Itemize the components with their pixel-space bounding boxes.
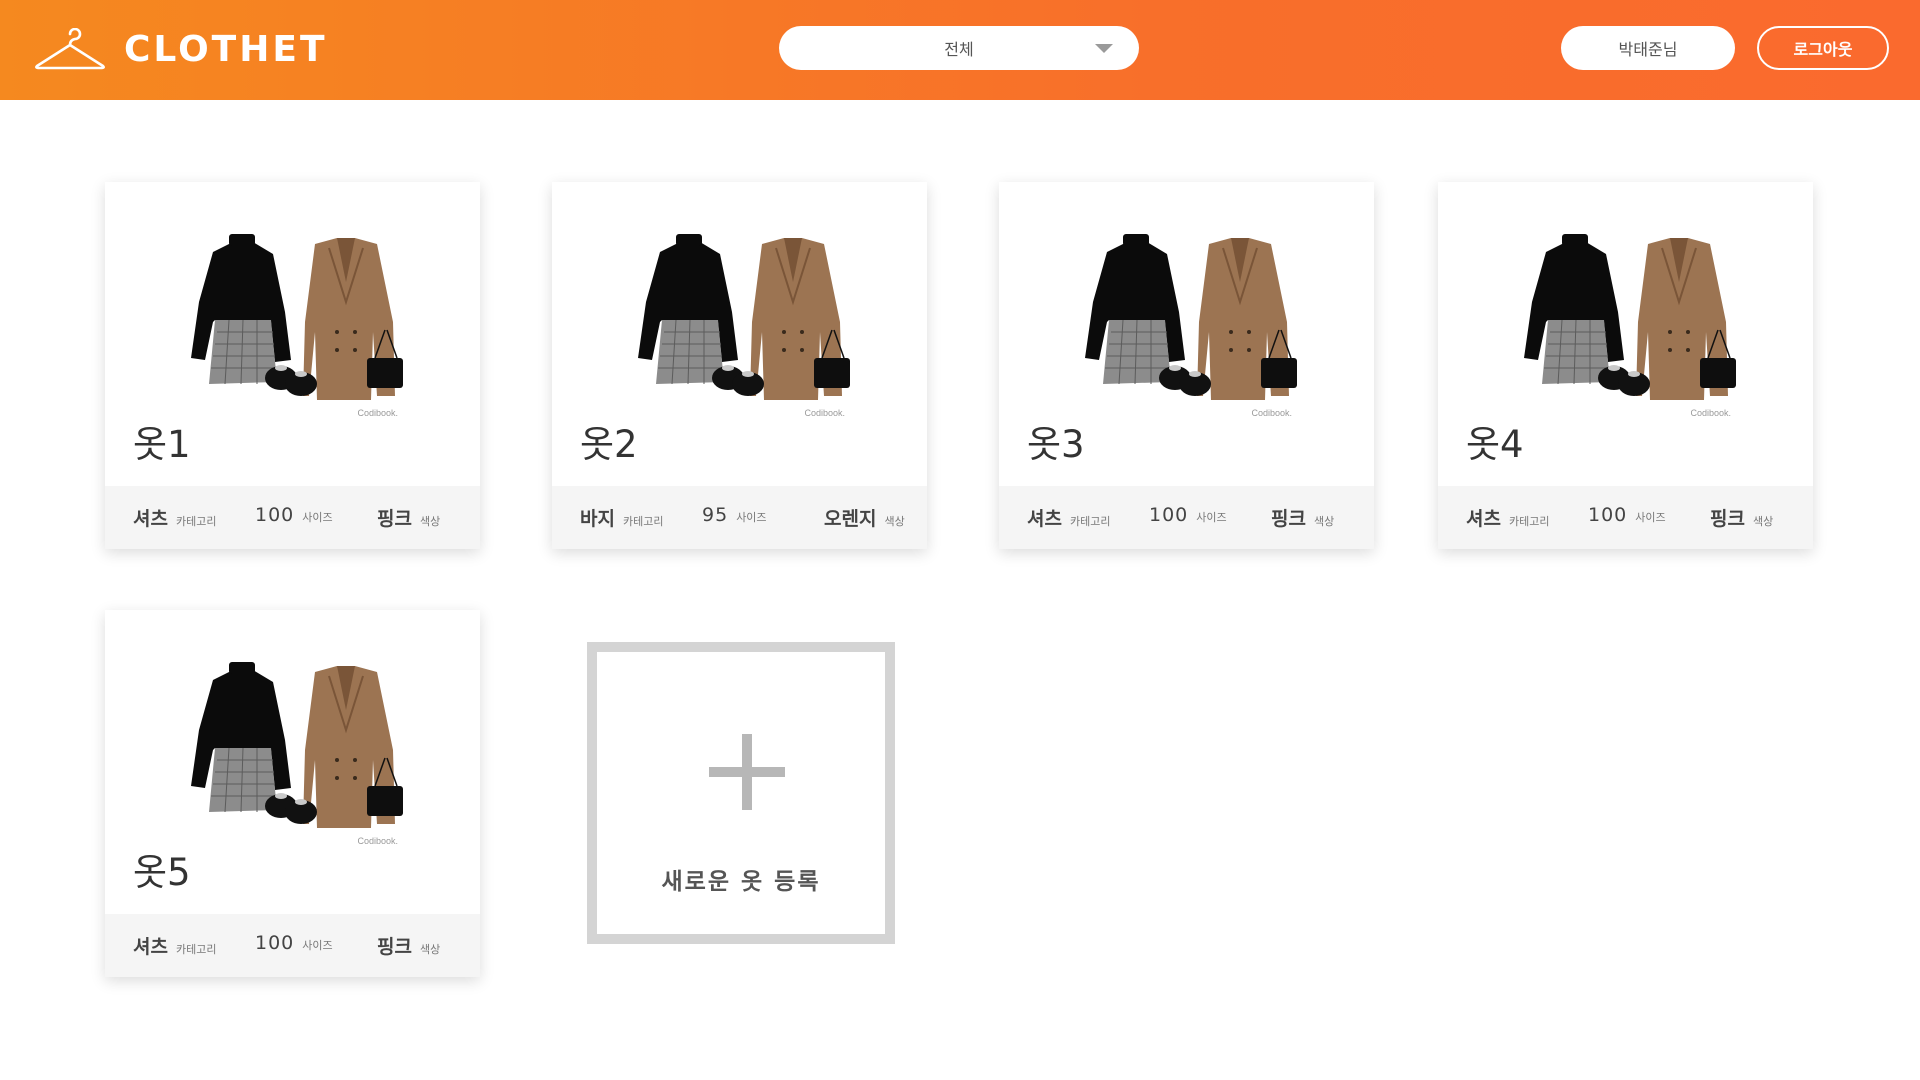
clothes-name: 옷1 bbox=[133, 423, 191, 466]
card-footer: 셔츠 카테고리 100 사이즈 핑크 색상 bbox=[999, 486, 1374, 549]
category-value: 셔츠 bbox=[1027, 508, 1062, 530]
plus-icon bbox=[709, 734, 785, 810]
size-value: 100 bbox=[255, 504, 295, 526]
outfit-image: Codibook. bbox=[105, 182, 480, 442]
clothes-name: 옷5 bbox=[133, 851, 191, 894]
color-label: 색상 bbox=[419, 515, 441, 528]
color-value: 핑크 bbox=[1271, 508, 1306, 530]
color-label: 색상 bbox=[419, 943, 441, 956]
color-label: 색상 bbox=[884, 515, 905, 528]
size-label: 사이즈 bbox=[1196, 511, 1227, 524]
clothes-name: 옷2 bbox=[580, 423, 638, 466]
add-clothes-label: 새로운 옷 등록 bbox=[661, 869, 821, 895]
color-label: 색상 bbox=[1313, 515, 1335, 528]
color-label: 색상 bbox=[1752, 515, 1774, 528]
color-value: 오렌지 bbox=[824, 508, 877, 530]
category-label: 카테고리 bbox=[175, 943, 217, 956]
clothes-card[interactable]: Codibook. 옷3 셔츠 카테고리 100 사이즈 핑크 색상 bbox=[999, 182, 1374, 549]
size-label: 사이즈 bbox=[302, 511, 333, 524]
clothes-card[interactable]: Codibook. 옷5 셔츠 카테고리 100 사이즈 핑크 색상 bbox=[105, 610, 480, 977]
size-label: 사이즈 bbox=[1635, 511, 1666, 524]
category-label: 카테고리 bbox=[622, 515, 664, 528]
size-attr: 100 사이즈 bbox=[255, 932, 333, 954]
card-footer: 셔츠 카테고리 100 사이즈 핑크 색상 bbox=[1438, 486, 1813, 549]
app-header: CLOTHET 전체 박태준님 로그아웃 bbox=[0, 0, 1920, 100]
clothes-card[interactable]: Codibook. 옷4 셔츠 카테고리 100 사이즈 핑크 색상 bbox=[1438, 182, 1813, 549]
logo[interactable]: CLOTHET bbox=[34, 28, 328, 72]
category-attr: 셔츠 카테고리 bbox=[1466, 504, 1549, 531]
size-value: 100 bbox=[1149, 504, 1189, 526]
category-label: 카테고리 bbox=[1069, 515, 1111, 528]
watermark-text: Codibook. bbox=[357, 408, 398, 418]
color-attr: 오렌지 색상 bbox=[824, 504, 905, 531]
category-attr: 바지 카테고리 bbox=[580, 504, 663, 531]
category-label: 카테고리 bbox=[175, 515, 217, 528]
category-attr: 셔츠 카테고리 bbox=[133, 504, 216, 531]
category-attr: 셔츠 카테고리 bbox=[133, 932, 216, 959]
size-value: 100 bbox=[1588, 504, 1628, 526]
color-value: 핑크 bbox=[377, 508, 412, 530]
watermark-text: Codibook. bbox=[1251, 408, 1292, 418]
card-footer: 셔츠 카테고리 100 사이즈 핑크 색상 bbox=[105, 914, 480, 977]
hanger-icon bbox=[35, 28, 105, 70]
logout-button[interactable]: 로그아웃 bbox=[1757, 26, 1889, 70]
outfit-image: Codibook. bbox=[105, 610, 480, 870]
size-value: 100 bbox=[255, 932, 295, 954]
clothes-card[interactable]: Codibook. 옷2 바지 카테고리 95 사이즈 오렌지 색상 bbox=[552, 182, 927, 549]
watermark-text: Codibook. bbox=[1690, 408, 1731, 418]
category-label: 카테고리 bbox=[1508, 515, 1550, 528]
color-attr: 핑크 색상 bbox=[1271, 504, 1334, 531]
outfit-image: Codibook. bbox=[552, 182, 927, 442]
clothes-name: 옷4 bbox=[1466, 423, 1524, 466]
category-value: 셔츠 bbox=[133, 508, 168, 530]
outfit-image: Codibook. bbox=[1438, 182, 1813, 442]
card-footer: 셔츠 카테고리 100 사이즈 핑크 색상 bbox=[105, 486, 480, 549]
watermark-text: Codibook. bbox=[804, 408, 845, 418]
color-attr: 핑크 색상 bbox=[377, 504, 440, 531]
user-profile-button[interactable]: 박태준님 bbox=[1561, 26, 1735, 70]
card-footer: 바지 카테고리 95 사이즈 오렌지 색상 bbox=[552, 486, 927, 549]
size-attr: 100 사이즈 bbox=[1588, 504, 1666, 526]
color-attr: 핑크 색상 bbox=[377, 932, 440, 959]
category-attr: 셔츠 카테고리 bbox=[1027, 504, 1110, 531]
size-attr: 95 사이즈 bbox=[702, 504, 767, 526]
color-attr: 핑크 색상 bbox=[1710, 504, 1773, 531]
size-attr: 100 사이즈 bbox=[255, 504, 333, 526]
size-value: 95 bbox=[702, 504, 729, 526]
category-value: 바지 bbox=[580, 508, 615, 530]
chevron-down-icon bbox=[1095, 44, 1113, 53]
size-label: 사이즈 bbox=[302, 939, 333, 952]
clothes-card[interactable]: Codibook. 옷1 셔츠 카테고리 100 사이즈 핑크 색상 bbox=[105, 182, 480, 549]
color-value: 핑크 bbox=[377, 936, 412, 958]
category-select[interactable]: 전체 bbox=[779, 26, 1139, 70]
clothes-name: 옷3 bbox=[1027, 423, 1085, 466]
size-label: 사이즈 bbox=[736, 511, 767, 524]
size-attr: 100 사이즈 bbox=[1149, 504, 1227, 526]
category-value: 셔츠 bbox=[133, 936, 168, 958]
add-clothes-card[interactable]: 새로운 옷 등록 bbox=[587, 642, 895, 944]
category-value: 셔츠 bbox=[1466, 508, 1501, 530]
category-select-value: 전체 bbox=[944, 40, 974, 59]
outfit-image: Codibook. bbox=[999, 182, 1374, 442]
color-value: 핑크 bbox=[1710, 508, 1745, 530]
logo-text: CLOTHET bbox=[124, 29, 328, 70]
watermark-text: Codibook. bbox=[357, 836, 398, 846]
